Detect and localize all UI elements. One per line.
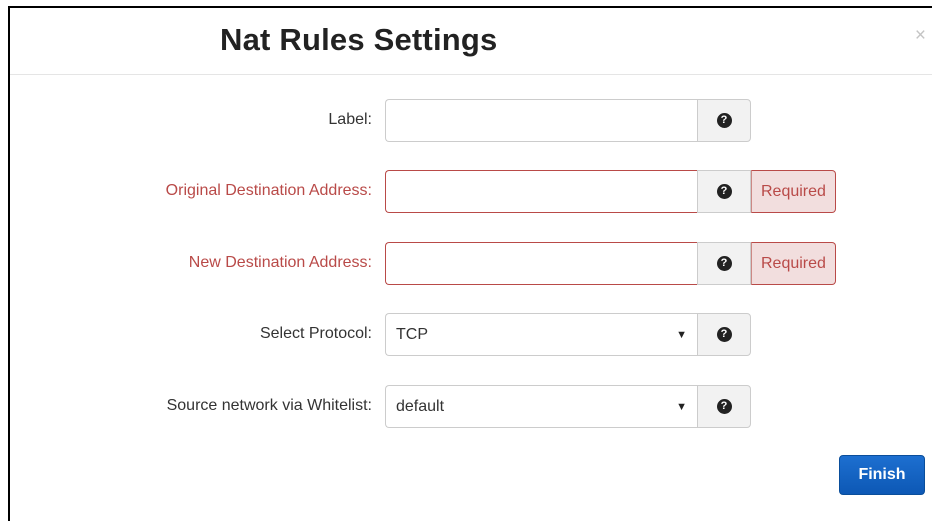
new-destination-input[interactable] [385, 242, 697, 285]
dropdown-arrow-icon: ▼ [676, 401, 687, 413]
protocol-label: Select Protocol: [259, 325, 372, 342]
question-circle-icon: ? [716, 184, 732, 199]
protocol-input-group: TCP ▼ ? [385, 313, 751, 356]
label-input[interactable] [385, 99, 697, 142]
original-destination-row: Original Destination Address: ? Required [10, 170, 932, 213]
protocol-help-button[interactable]: ? [697, 313, 751, 356]
protocol-select[interactable]: TCP ▼ [385, 313, 697, 356]
source-network-row: Source network via Whitelist: default ▼ … [10, 385, 932, 428]
original-destination-label: Original Destination Address: [165, 182, 372, 199]
new-destination-label: New Destination Address: [188, 254, 372, 271]
question-circle-icon: ? [716, 113, 732, 128]
nat-rules-dialog: Nat Rules Settings × Label: ? Original D… [8, 6, 932, 521]
label-field-label: Label: [328, 111, 372, 128]
modal-header: Nat Rules Settings × [10, 8, 932, 75]
original-destination-input[interactable] [385, 170, 697, 213]
new-destination-help-button[interactable]: ? [697, 242, 751, 285]
label-help-button[interactable]: ? [697, 99, 751, 142]
label-input-group: ? [385, 99, 751, 142]
dropdown-arrow-icon: ▼ [676, 329, 687, 341]
protocol-selected-value: TCP [396, 326, 428, 343]
modal-title: Nat Rules Settings [220, 22, 498, 57]
question-circle-icon: ? [716, 399, 732, 414]
label-row: Label: ? [10, 99, 932, 142]
source-network-input-group: default ▼ ? [385, 385, 751, 428]
source-network-help-button[interactable]: ? [697, 385, 751, 428]
original-destination-help-button[interactable]: ? [697, 170, 751, 213]
question-circle-icon: ? [716, 256, 732, 271]
required-badge: Required [751, 170, 836, 213]
required-badge: Required [751, 242, 836, 285]
finish-button[interactable]: Finish [839, 455, 925, 495]
original-destination-input-group: ? Required [385, 170, 836, 213]
question-circle-icon: ? [716, 327, 732, 342]
source-network-selected-value: default [396, 398, 445, 415]
new-destination-row: New Destination Address: ? Required [10, 242, 932, 285]
close-icon[interactable]: × [915, 26, 926, 45]
new-destination-input-group: ? Required [385, 242, 836, 285]
protocol-row: Select Protocol: TCP ▼ ? [10, 313, 932, 356]
source-network-label: Source network via Whitelist: [166, 397, 372, 414]
source-network-select[interactable]: default ▼ [385, 385, 697, 428]
